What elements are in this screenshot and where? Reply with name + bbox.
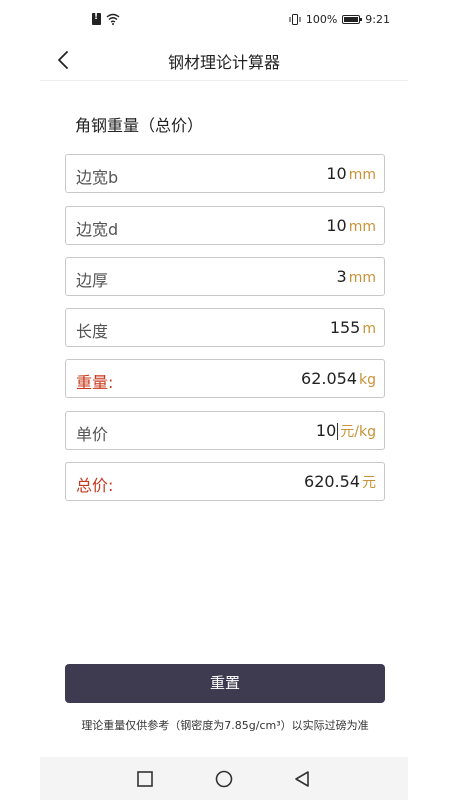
wifi-icon [106, 13, 120, 25]
weight-value: 62.054 [301, 369, 357, 388]
side-width-b-field[interactable]: 边宽b 10 mm [65, 154, 385, 193]
side-width-b-input[interactable]: 10 [326, 164, 346, 183]
weight-result-field: 重量: 62.054 kg [65, 359, 385, 398]
field-unit: 元 [362, 475, 376, 491]
field-value-wrap: 62.054 kg [301, 369, 376, 388]
square-icon [137, 771, 153, 787]
field-unit: mm [348, 270, 376, 286]
circle-icon [215, 770, 233, 788]
thickness-field[interactable]: 边厚 3 mm [65, 257, 385, 296]
vibrate-icon [289, 14, 301, 25]
battery-icon [342, 15, 363, 24]
field-value-wrap: 155 m [330, 318, 376, 337]
status-left [92, 12, 120, 25]
unit-price-field[interactable]: 单价 10 元/kg [65, 411, 385, 450]
total-price-value: 620.54 [304, 472, 360, 491]
field-unit: mm [348, 219, 376, 235]
total-price-label: 总价: [76, 476, 114, 495]
field-unit: mm [348, 167, 376, 183]
triangle-back-icon [295, 771, 309, 787]
length-input[interactable]: 155 [330, 318, 361, 337]
field-unit: 元/kg [340, 424, 376, 440]
length-field[interactable]: 长度 155 m [65, 308, 385, 347]
field-label: 边厚 [76, 271, 109, 290]
weight-label: 重量: [76, 373, 114, 392]
field-label: 单价 [76, 425, 109, 444]
total-price-result-field: 总价: 620.54 元 [65, 462, 385, 501]
field-value-wrap: 10 mm [326, 216, 376, 235]
unit-price-input[interactable]: 10 [316, 421, 336, 440]
text-cursor [337, 422, 339, 440]
field-value-wrap: 3 mm [337, 267, 376, 286]
status-bar: 100% 9:21 [0, 0, 450, 40]
system-nav-bar [40, 757, 408, 800]
recent-apps-button[interactable] [135, 769, 155, 789]
battery-percent: 100% [305, 13, 338, 26]
section-title: 角钢重量（总价） [75, 116, 204, 135]
field-label: 边宽b [76, 168, 119, 187]
sim-alert-icon [92, 12, 101, 25]
status-time: 9:21 [365, 13, 390, 26]
side-width-d-field[interactable]: 边宽d 10 mm [65, 206, 385, 245]
status-right: 100% 9:21 [289, 13, 390, 26]
thickness-input[interactable]: 3 [337, 267, 347, 286]
field-value-wrap: 620.54 元 [304, 472, 376, 492]
field-value-wrap: 10 mm [326, 164, 376, 183]
field-unit: m [362, 321, 376, 337]
field-label: 边宽d [76, 220, 119, 239]
field-label: 长度 [76, 322, 109, 341]
side-width-d-input[interactable]: 10 [326, 216, 346, 235]
title-bar: 钢材理论计算器 [40, 40, 408, 81]
page-title: 钢材理论计算器 [167, 53, 280, 72]
nav-back-button[interactable] [292, 769, 312, 789]
field-unit: kg [359, 372, 376, 388]
reset-button[interactable]: 重置 [65, 664, 385, 703]
disclaimer-note: 理论重量仅供参考（钢密度为7.85g/cm³）以实际过磅为准 [81, 719, 369, 732]
app-screen: 100% 9:21 钢材理论计算器 角钢重量（总价） 边宽b 10 mm 边宽d… [0, 0, 450, 800]
home-button[interactable] [214, 769, 234, 789]
field-value-wrap: 10 元/kg [316, 421, 376, 441]
